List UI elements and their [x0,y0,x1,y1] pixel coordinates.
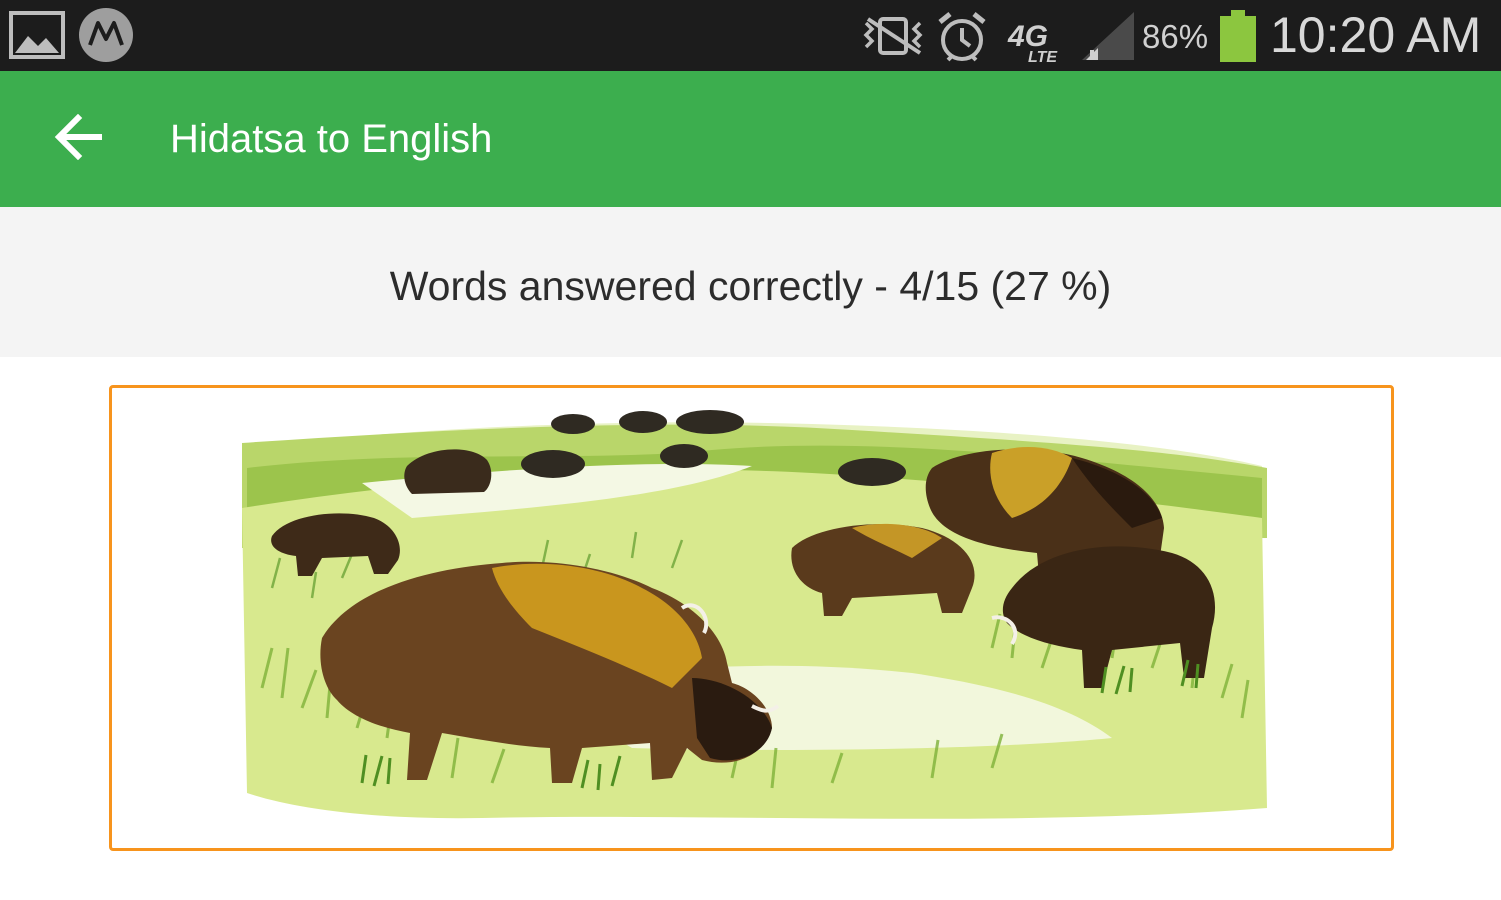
buffalo-herd-illustration [242,410,1267,819]
lte-icon: 4G LTE [1006,14,1064,66]
motorola-icon [78,7,134,63]
score-text: Words answered correctly - 4/15 (27 %) [389,263,1112,309]
vibrate-icon [862,15,926,57]
status-bar: 4G LTE 86% 10:20 AM [0,0,1501,71]
status-clock: 10:20 AM [1270,7,1482,63]
battery-percent: 86% [1142,18,1209,55]
back-button[interactable] [42,101,118,177]
page-title: Hidatsa to English [170,117,493,161]
score-panel: Words answered correctly - 4/15 (27 %) [0,207,1501,357]
buffalo-picture-card[interactable] [109,385,1394,851]
network-sub: LTE [1028,49,1058,64]
signal-icon [1080,10,1136,62]
app-toolbar: Hidatsa to English [0,71,1501,207]
arrow-left-icon [54,113,106,165]
gallery-icon [8,8,66,62]
app-screen: 4G LTE 86% 10:20 AM Hidatsa to English W… [0,0,1501,900]
battery-icon [1218,10,1258,62]
alarm-icon [936,10,988,64]
